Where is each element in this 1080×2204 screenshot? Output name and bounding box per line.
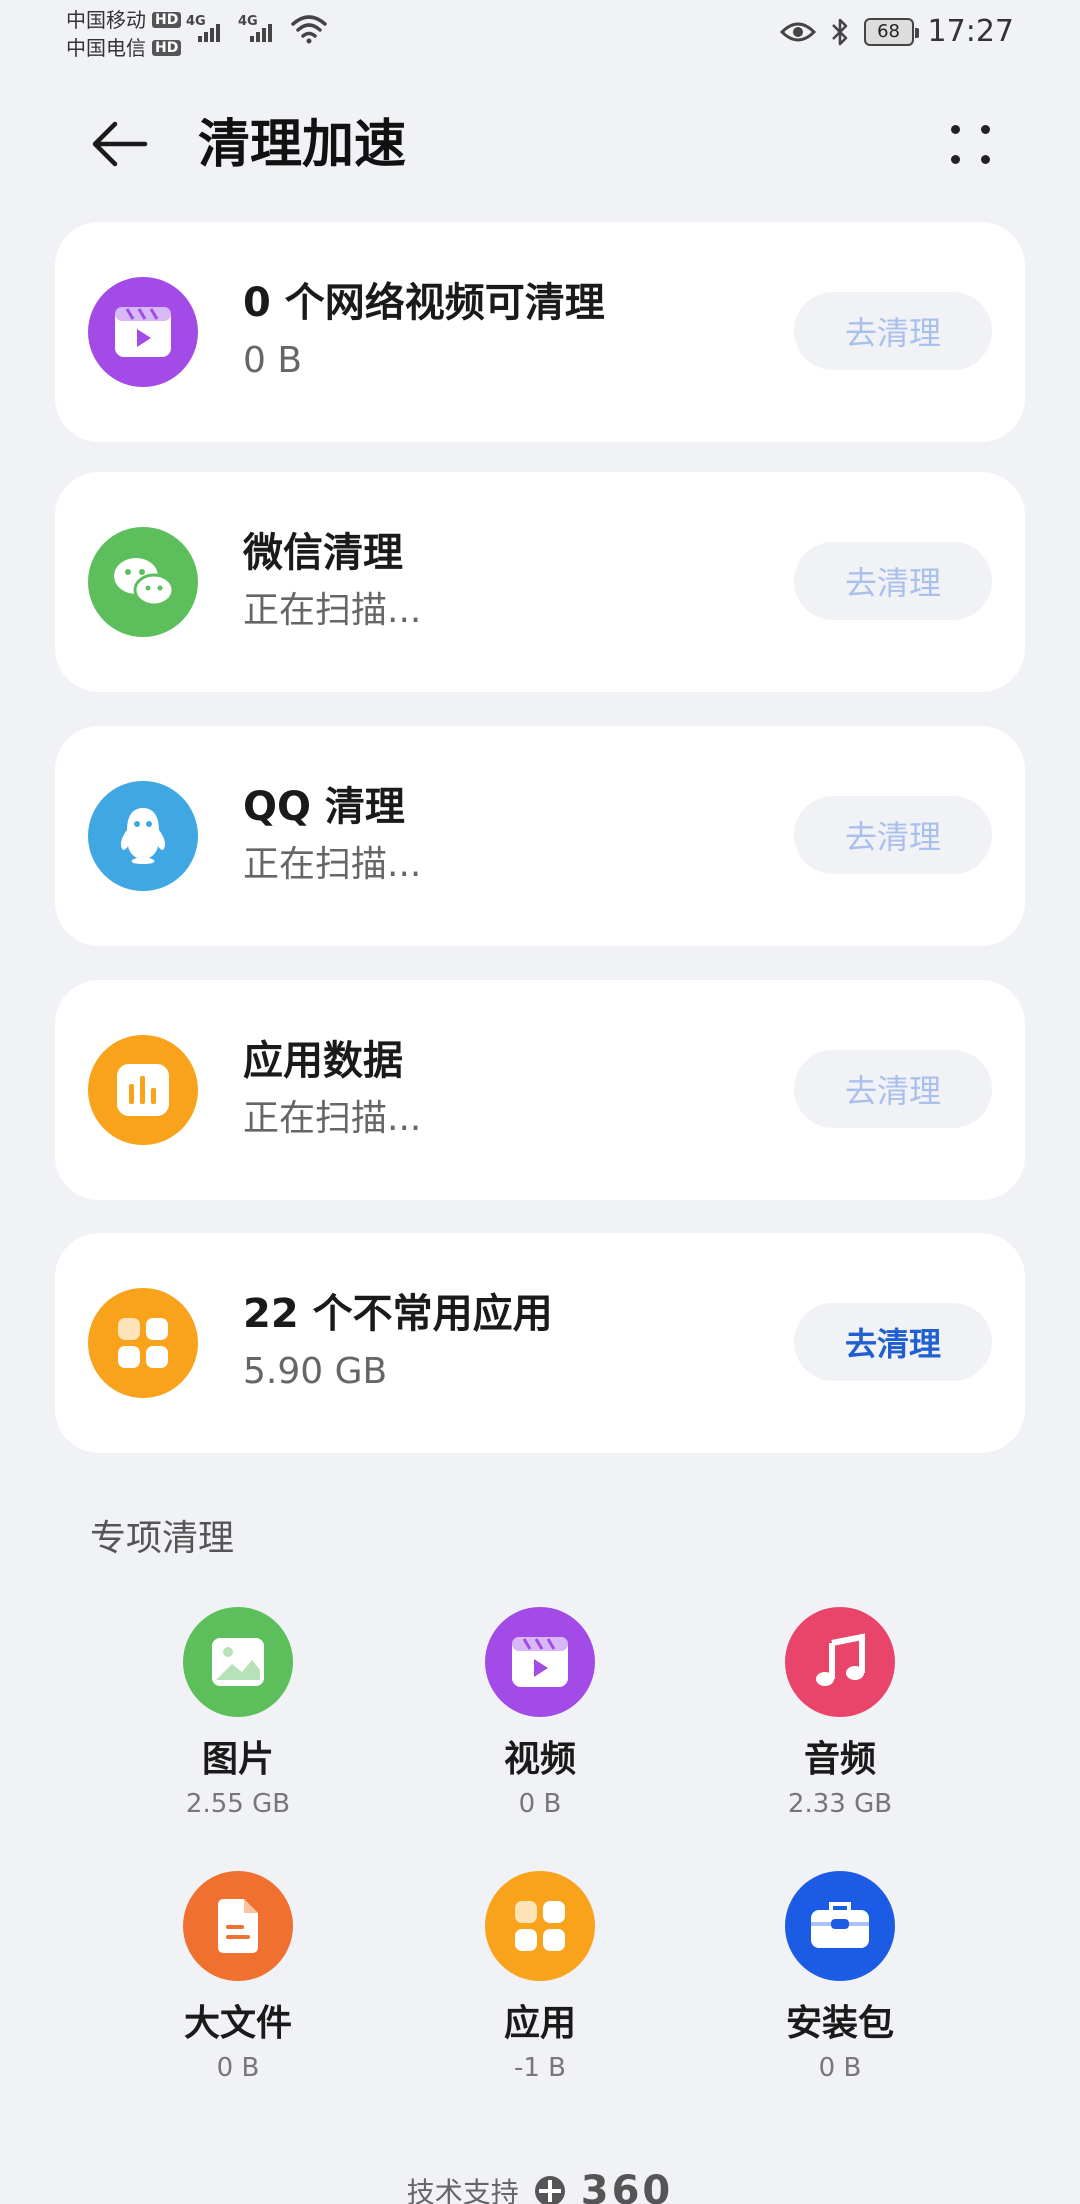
- signal-indicators: 4G 4G: [186, 14, 328, 44]
- brand-360: 360: [580, 2168, 674, 2204]
- card-subtitle: 0 B: [243, 340, 303, 381]
- item-size: 2.55 GB: [185, 1789, 291, 1819]
- wifi-icon: [291, 15, 327, 44]
- item-label: 图片: [201, 1739, 274, 1780]
- carrier-2: 中国电信: [66, 36, 146, 60]
- card-network-video[interactable]: 0 个网络视频可清理 0 B 去清理: [55, 222, 1025, 442]
- support-text: 技术支持: [406, 2176, 519, 2204]
- item-label: 大文件: [183, 2003, 292, 2044]
- card-subtitle: 正在扫描...: [243, 1098, 422, 1139]
- file-icon: [183, 1871, 293, 1981]
- page-title: 清理加速: [198, 115, 407, 175]
- package-icon: [785, 1871, 895, 1981]
- app-data-icon: [88, 1035, 198, 1145]
- qq-icon: [88, 781, 198, 891]
- special-item-audio[interactable]: 音频 2.33 GB: [690, 1607, 990, 1837]
- clean-button[interactable]: 去清理: [794, 1050, 992, 1128]
- eye-icon: [779, 22, 816, 41]
- hd-badge: HD: [152, 40, 182, 56]
- wechat-icon: [88, 527, 198, 637]
- card-qq-clean[interactable]: QQ 清理 正在扫描... 去清理: [55, 726, 1025, 946]
- card-wechat-clean[interactable]: 微信清理 正在扫描... 去清理: [55, 472, 1025, 692]
- battery-icon: 68: [863, 17, 919, 46]
- 360-logo-icon: [534, 2176, 565, 2204]
- status-right: 68 17:27: [779, 14, 1014, 49]
- card-subtitle: 5.90 GB: [243, 1351, 388, 1392]
- item-size: 0 B: [216, 2053, 260, 2083]
- apps-icon: [485, 1871, 595, 1981]
- item-size: 0 B: [518, 1789, 562, 1819]
- back-button[interactable]: [84, 114, 154, 174]
- video-icon: [485, 1607, 595, 1717]
- clean-button[interactable]: 去清理: [794, 796, 992, 874]
- header: 清理加速: [0, 100, 1080, 190]
- clean-button[interactable]: 去清理: [794, 1303, 992, 1381]
- bluetooth-icon: [831, 18, 847, 45]
- music-icon: [785, 1607, 895, 1717]
- signal-icon: 4G: [238, 14, 272, 44]
- carrier-info: 中国移动 HD 中国电信 HD: [66, 6, 182, 62]
- card-title: 0 个网络视频可清理: [243, 280, 605, 326]
- clock: 17:27: [927, 14, 1014, 49]
- item-size: 0 B: [818, 2053, 862, 2083]
- card-title: 应用数据: [243, 1038, 403, 1084]
- card-title: 微信清理: [243, 530, 403, 576]
- item-label: 安装包: [785, 2003, 894, 2044]
- card-title: QQ 清理: [243, 784, 405, 830]
- special-item-apps[interactable]: 应用 -1 B: [390, 1871, 690, 2101]
- item-label: 音频: [803, 1739, 876, 1780]
- special-item-large-files[interactable]: 大文件 0 B: [88, 1871, 388, 2101]
- footer: 技术支持 360: [0, 2168, 1080, 2204]
- card-app-data[interactable]: 应用数据 正在扫描... 去清理: [55, 980, 1025, 1200]
- dot: [980, 124, 990, 134]
- clean-button[interactable]: 去清理: [794, 542, 992, 620]
- status-bar: 中国移动 HD 中国电信 HD 4G 4G 68 17:27: [0, 0, 1080, 70]
- card-unused-apps[interactable]: 22 个不常用应用 5.90 GB 去清理: [55, 1233, 1025, 1453]
- video-icon: [88, 277, 198, 387]
- carrier-1: 中国移动: [66, 8, 146, 32]
- dot: [950, 154, 960, 164]
- dot: [950, 124, 960, 134]
- clean-button[interactable]: 去清理: [794, 292, 992, 370]
- arrow-left-icon: [92, 121, 148, 167]
- more-options-button[interactable]: [940, 114, 1000, 174]
- section-title: 专项清理: [90, 1518, 235, 1559]
- special-item-packages[interactable]: 安装包 0 B: [690, 1871, 990, 2101]
- card-title: 22 个不常用应用: [243, 1291, 553, 1337]
- special-item-images[interactable]: 图片 2.55 GB: [88, 1607, 388, 1837]
- item-label: 视频: [503, 1739, 576, 1780]
- hd-badge: HD: [152, 12, 182, 28]
- signal-icon: 4G: [186, 14, 220, 44]
- image-icon: [183, 1607, 293, 1717]
- apps-icon: [88, 1288, 198, 1398]
- card-subtitle: 正在扫描...: [243, 844, 422, 885]
- card-subtitle: 正在扫描...: [243, 590, 422, 631]
- item-size: -1 B: [513, 2053, 567, 2083]
- dot: [980, 154, 990, 164]
- item-label: 应用: [503, 2003, 576, 2044]
- special-item-videos[interactable]: 视频 0 B: [390, 1607, 690, 1837]
- item-size: 2.33 GB: [787, 1789, 893, 1819]
